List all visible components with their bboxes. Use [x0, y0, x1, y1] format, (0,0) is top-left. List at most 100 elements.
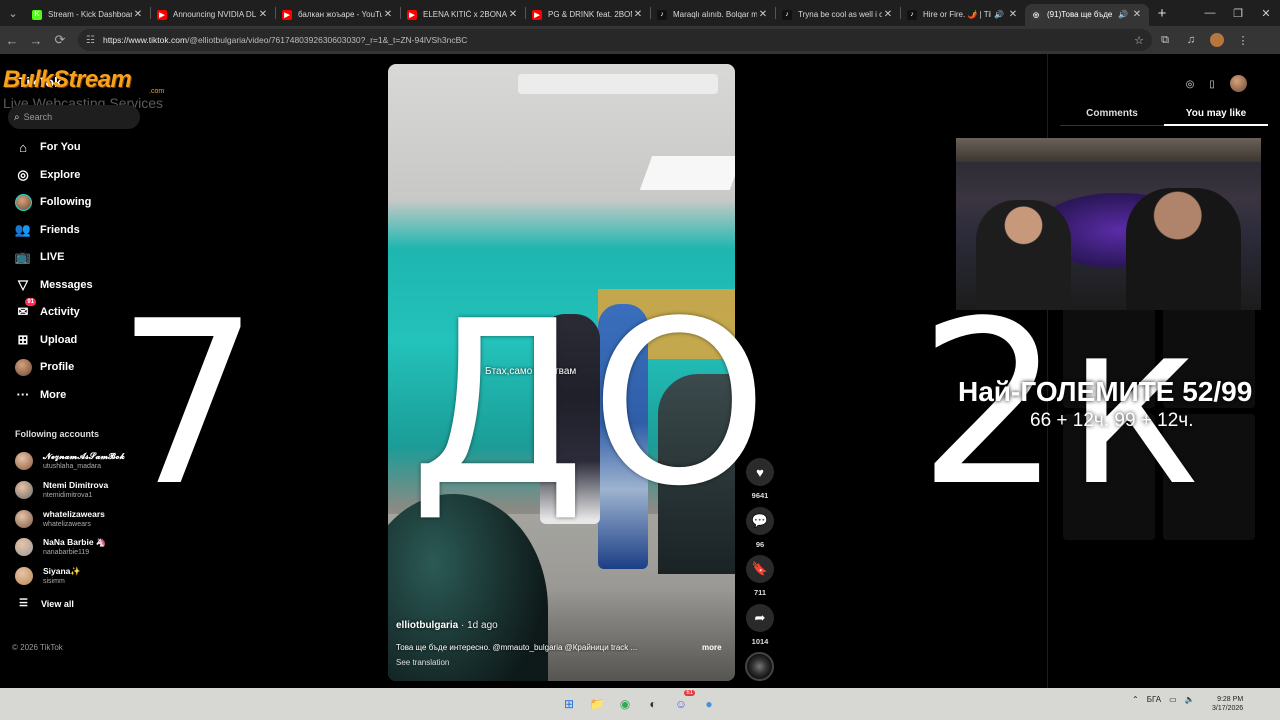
device-icon[interactable]: ▯: [1202, 72, 1222, 96]
tab-audio-icon[interactable]: 🔊: [1118, 10, 1128, 19]
search-icon: ⌕: [14, 111, 20, 123]
video-caption: Това ще бъде интересно. @mmauto_bulgaria…: [396, 643, 638, 652]
discord-icon[interactable]: ☺ 61: [670, 690, 695, 715]
site-info-icon[interactable]: ☷: [86, 35, 95, 46]
sidebar-item-live[interactable]: 📺 LIVE: [14, 246, 65, 268]
browser-tab[interactable]: ♪ Hire or Fire. 🌶️ | Tik 🔊 ✕: [901, 4, 1025, 26]
sidebar-item-messages[interactable]: ▽ Messages: [14, 274, 93, 296]
file-explorer-icon[interactable]: 📁: [586, 693, 608, 715]
notification-badge: 61: [684, 690, 695, 696]
back-button[interactable]: ←: [0, 33, 24, 48]
video-author-name[interactable]: elliotbulgaria: [396, 620, 458, 631]
tab-comments[interactable]: Comments: [1060, 104, 1164, 126]
action-count: 711: [753, 588, 767, 598]
following-account-row[interactable]: Ntemi Dimitrova ntemidimitrova1: [15, 478, 108, 502]
sidebar-item-activity[interactable]: ✉ 91 Activity: [14, 298, 80, 323]
tiktok-icon: ♪: [657, 9, 667, 20]
bookmark-button[interactable]: 🔖 711: [745, 555, 775, 597]
tab-close-icon[interactable]: ✕: [1007, 9, 1019, 20]
stream-overlay-subtitle: 66 + 12ч. 99 + 12ч.: [1030, 410, 1194, 431]
browser-profile-avatar[interactable]: [1210, 33, 1224, 47]
icon-glyph: ⊞: [17, 331, 29, 347]
caption-more-button[interactable]: more: [702, 643, 722, 652]
user-avatar[interactable]: [1230, 75, 1247, 92]
sidebar-item-label: More: [40, 388, 67, 401]
windows-start-icon[interactable]: ⊞: [558, 693, 580, 715]
tray-chevron-icon[interactable]: ⌃: [1132, 695, 1139, 704]
action-count: 96: [755, 539, 765, 549]
following-account-row[interactable]: whatelizawears whatelizawears: [15, 507, 105, 531]
minimize-button[interactable]: —: [1196, 7, 1224, 19]
view-all-link[interactable]: ☰ View all: [19, 598, 74, 609]
extensions-icon[interactable]: ⧉: [1152, 34, 1178, 47]
media-control-icon[interactable]: ♫: [1178, 34, 1204, 46]
maximize-button[interactable]: ❐: [1224, 7, 1252, 20]
share-icon[interactable]: ➦: [746, 604, 774, 633]
sidebar-item-friends[interactable]: 👥 Friends: [14, 219, 80, 241]
browser-tab[interactable]: ▶ ELENA KITIĆ x 2BONA - ✕: [401, 4, 525, 26]
icon-glyph: ▽: [18, 276, 28, 292]
browser-tab[interactable]: ▶ Announcing NVIDIA DL ✕: [151, 4, 275, 26]
bookmark-star-icon[interactable]: ☆: [1134, 34, 1144, 47]
tab-close-icon[interactable]: ✕: [1131, 9, 1143, 20]
video-author[interactable]: elliotbulgaria · 1d ago: [396, 620, 498, 631]
tab-title: Hire or Fire. 🌶️ | Tik: [923, 10, 992, 19]
reload-button[interactable]: ⟳: [48, 32, 72, 48]
close-window-button[interactable]: ✕: [1252, 7, 1280, 20]
following-account-row[interactable]: 𝓝𝓮𝔃𝓷𝓪𝓶𝓐𝓼𝓢𝓪𝓶𝓑𝓸𝓴 utushlaha_madara: [15, 449, 125, 473]
avatar: [15, 509, 33, 528]
sidebar-item-for-you[interactable]: ⌂ For You: [14, 136, 80, 158]
avatar: [14, 358, 32, 376]
address-bar[interactable]: ☷ https://www.tiktok.com /@elliotbulgari…: [78, 29, 1152, 51]
browser-tab[interactable]: ♪ Maraqlı alınıb. Bolqar m ✕: [651, 4, 775, 26]
following-account-row[interactable]: NaNa Barbie 🦄 nanabarbie119: [15, 535, 107, 559]
tab-close-icon[interactable]: ✕: [632, 9, 644, 20]
icon-glyph: 📺: [14, 249, 32, 264]
list-icon: ☰: [19, 598, 28, 609]
browser-tab[interactable]: ▶ балкан жоъаре - YouTu ✕: [276, 4, 400, 26]
obs-icon[interactable]: ◐: [642, 693, 664, 715]
forward-button[interactable]: →: [24, 33, 48, 48]
tab-search-button[interactable]: ⌄: [0, 0, 26, 26]
tab-title: PG & DRINK feat. 2BON: [548, 10, 632, 19]
sound-disc-icon[interactable]: [745, 652, 774, 681]
tab-close-icon[interactable]: ✕: [132, 9, 144, 20]
tab-you-may-like[interactable]: You may like: [1164, 104, 1268, 126]
compass-icon: ◎: [14, 166, 32, 184]
clock-time: 9:28 PM: [1217, 696, 1244, 703]
volume-icon[interactable]: 🔈: [1185, 695, 1195, 704]
browser-tab[interactable]: ♪ Tryna be cool as well i c ✕: [776, 4, 900, 26]
tab-audio-icon[interactable]: 🔊: [994, 10, 1004, 19]
network-icon[interactable]: ▭: [1169, 695, 1177, 704]
tab-close-icon[interactable]: ✕: [382, 9, 394, 20]
sidebar-item-following[interactable]: Following: [14, 191, 91, 213]
share-button[interactable]: ➦ 1014: [745, 604, 775, 646]
following-account-row[interactable]: Siyana✨ sisimm: [15, 564, 81, 588]
bookmark-icon[interactable]: 🔖: [746, 555, 774, 584]
see-translation-link[interactable]: See translation: [396, 658, 449, 667]
tiktok-icon: ♪: [907, 9, 917, 20]
sidebar-item-profile[interactable]: Profile: [14, 356, 74, 378]
browser-tab[interactable]: ◎ (91)Това ще бъде и 🔊 ✕: [1025, 3, 1149, 26]
search-input[interactable]: ⌕ Search: [8, 105, 140, 129]
sidebar-item-explore[interactable]: ◎ Explore: [14, 164, 80, 186]
browser-tab[interactable]: K Stream - Kick Dashboar ✕: [26, 4, 150, 26]
sidebar-item-label: Following: [40, 196, 92, 208]
coins-icon[interactable]: ◎: [1180, 72, 1200, 96]
sidebar-item-upload[interactable]: ⊞ Upload: [14, 329, 78, 351]
sidebar-item-more[interactable]: ··· More: [14, 384, 67, 406]
tab-close-icon[interactable]: ✕: [882, 9, 894, 20]
tab-close-icon[interactable]: ✕: [507, 9, 519, 20]
chrome-icon[interactable]: ◉: [614, 693, 636, 715]
tab-close-icon[interactable]: ✕: [757, 9, 769, 20]
new-tab-button[interactable]: +: [1149, 5, 1175, 22]
tab-close-icon[interactable]: ✕: [257, 9, 269, 20]
account-text: whatelizawears whatelizawears: [43, 509, 105, 529]
app-glyph: ●: [705, 697, 713, 711]
overlay-part-1: 7: [116, 273, 264, 536]
browser-tab[interactable]: ▶ PG & DRINK feat. 2BON ✕: [526, 4, 650, 26]
taskbar-clock[interactable]: 9:28 PM 3/17/2026: [1212, 695, 1243, 713]
language-indicator[interactable]: БГА: [1147, 695, 1161, 704]
app-icon[interactable]: ●: [698, 693, 720, 715]
browser-menu-icon[interactable]: ⋮: [1230, 34, 1256, 47]
